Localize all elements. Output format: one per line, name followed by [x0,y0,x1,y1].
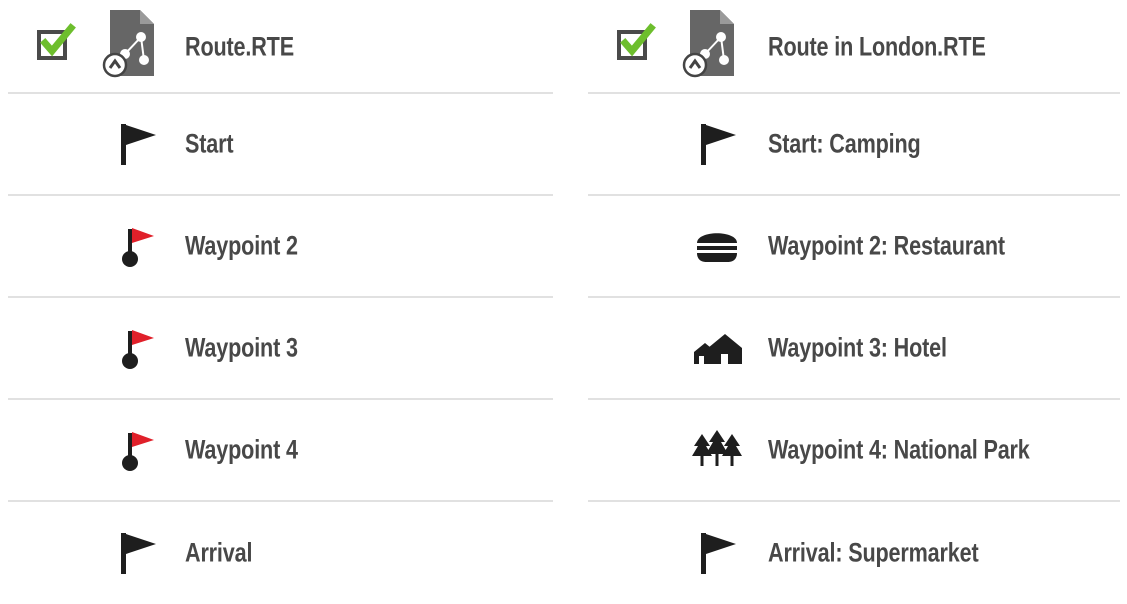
route-file-row[interactable]: Route.RTE [8,0,553,94]
route-point-label: Start: Camping [768,128,921,159]
route-point-row[interactable]: Waypoint 2: Restaurant [588,196,1120,298]
route-point-row[interactable]: Waypoint 4 [8,400,553,502]
route-point-label: Waypoint 4 [185,434,298,465]
black-flag-icon [112,531,162,575]
black-flag-icon [692,122,742,166]
route-list-left: Route.RTE Start Waypoint 2 Waypoint 3 Wa… [8,0,553,604]
route-point-row[interactable]: Start [8,94,553,196]
route-point-label: Arrival [185,537,253,568]
hotel-houses-icon [692,326,742,370]
burger-icon [692,224,742,268]
route-point-row[interactable]: Waypoint 2 [8,196,553,298]
route-list-right: Route in London.RTE Start: Camping Waypo… [588,0,1120,604]
route-point-label: Waypoint 3 [185,332,298,363]
route-file-icon [678,6,740,82]
route-file-row[interactable]: Route in London.RTE [588,0,1120,94]
red-flag-pin-icon [112,224,162,268]
route-file-name: Route.RTE [185,31,294,62]
route-point-label: Waypoint 4: National Park [768,434,1030,465]
route-file-icon [98,6,160,82]
route-point-row[interactable]: Arrival [8,502,553,604]
route-file-name: Route in London.RTE [768,31,986,62]
route-point-row[interactable]: Arrival: Supermarket [588,502,1120,604]
red-flag-pin-icon [112,326,162,370]
trees-icon [692,428,742,472]
red-flag-pin-icon [112,428,162,472]
route-point-row[interactable]: Waypoint 4: National Park [588,400,1120,502]
route-point-label: Start [185,128,234,159]
route-point-label: Waypoint 2: Restaurant [768,230,1005,261]
route-point-label: Waypoint 3: Hotel [768,332,947,363]
route-point-row[interactable]: Waypoint 3 [8,298,553,400]
black-flag-icon [692,531,742,575]
checkbox-checked-icon[interactable] [34,22,78,66]
route-point-label: Waypoint 2 [185,230,298,261]
black-flag-icon [112,122,162,166]
route-point-label: Arrival: Supermarket [768,537,979,568]
checkbox-checked-icon[interactable] [614,22,658,66]
route-point-row[interactable]: Start: Camping [588,94,1120,196]
route-point-row[interactable]: Waypoint 3: Hotel [588,298,1120,400]
